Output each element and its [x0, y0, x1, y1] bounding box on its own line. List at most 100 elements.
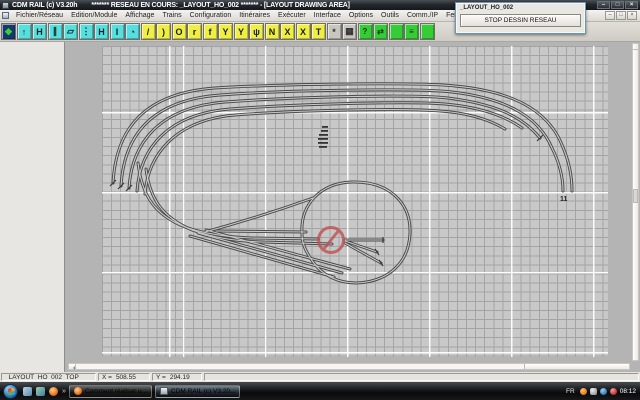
tray-volume-icon[interactable] [590, 388, 597, 395]
menu-interface[interactable]: Interface [310, 12, 345, 19]
tool-glyph: ▱ [67, 26, 74, 37]
tool-glyph: I [116, 27, 119, 37]
track-end-label: 11 [560, 196, 568, 203]
quick-launch-overflow-chevron[interactable]: » [62, 388, 66, 395]
mdi-restore-button[interactable]: □ [616, 11, 626, 20]
horizontal-scroll-thumb[interactable] [77, 364, 525, 369]
pointer-tool[interactable]: ◆ [1, 23, 16, 40]
menu-executer[interactable]: Exécuter [274, 12, 310, 19]
tool-glyph: N [269, 27, 276, 37]
quick-launch-network-icon[interactable] [36, 387, 45, 396]
status-layout-name: _LAYOUT_HO_002_TOP [1, 373, 96, 381]
tool-glyph: ) [162, 27, 165, 37]
straight-track-tool[interactable]: / [141, 23, 156, 40]
transfer-green-tool[interactable]: ⇄ [373, 23, 388, 40]
tool-glyph: / [147, 27, 150, 37]
language-indicator[interactable]: FR [566, 388, 575, 395]
tray-update-icon[interactable] [580, 388, 587, 395]
select-up-tool[interactable]: ↑ [17, 23, 32, 40]
quick-launch-firefox-icon[interactable] [49, 387, 58, 396]
beam-tool[interactable]: I [110, 23, 125, 40]
tray-alert-icon[interactable] [610, 388, 617, 395]
run-green-tool[interactable] [389, 23, 404, 40]
curve-small-tool[interactable]: ) [156, 23, 171, 40]
measure-tool[interactable]: H [32, 23, 47, 40]
menu-itineraires[interactable]: Itinéraires [235, 12, 274, 19]
scroll-up-arrow-icon[interactable] [633, 44, 638, 50]
tool-glyph: H [36, 27, 43, 37]
menu-configuration[interactable]: Configuration [186, 12, 236, 19]
layout-tool-window: _LAYOUT_HO_002 STOP DESSIN RESEAU [455, 2, 586, 34]
tool-glyph: r [193, 27, 197, 37]
vertical-scrollbar[interactable] [632, 43, 639, 361]
table-view-tool[interactable]: ▦ [342, 23, 357, 40]
tool-glyph: O [175, 27, 182, 37]
three-way-turnout-tool[interactable]: ψ [249, 23, 264, 40]
quick-launch-desktop-icon[interactable] [23, 387, 32, 396]
taskbar-clock[interactable]: 08:12 [620, 388, 636, 395]
menu-trains[interactable]: Trains [158, 12, 185, 19]
workspace: 11 [0, 42, 640, 372]
close-button[interactable]: × [625, 1, 638, 9]
mdi-close-button[interactable]: × [627, 11, 637, 20]
document-title: ******* RESEAU EN COURS: _LAYOUT_HO_002 … [91, 2, 349, 9]
minimize-button[interactable]: – [597, 1, 610, 9]
tool-glyph: H [98, 27, 105, 37]
layout-drawing-area[interactable]: 11 [66, 42, 640, 372]
task-cdmrail-button[interactable]: CDM RAIL (c) V3.20... [155, 385, 240, 398]
app-icon [2, 2, 9, 9]
horizontal-scrollbar[interactable] [68, 363, 630, 370]
menu-comm-ip[interactable]: Comm./IP [403, 12, 442, 19]
tray-network-icon[interactable] [600, 388, 607, 395]
start-button[interactable] [3, 384, 18, 399]
turnout-right-tool[interactable]: r [187, 23, 202, 40]
no-entry-icon [319, 228, 344, 253]
task-icon [74, 387, 82, 395]
task-firefox-button[interactable]: Comment réaliser u... [69, 385, 152, 398]
app-title: CDM RAIL (c) V3.20h [12, 2, 77, 9]
highlight-tool[interactable]: * [327, 23, 342, 40]
windows-taskbar: » Comment réaliser u... CDM RAIL (c) V3.… [0, 382, 640, 400]
task-icon [160, 387, 168, 395]
window-controls: –□× [597, 1, 638, 9]
mdi-minimize-button[interactable]: – [605, 11, 615, 20]
tool-glyph: ? [363, 27, 368, 36]
go-green-tool[interactable] [420, 23, 435, 40]
tool-glyph: ≡ [409, 27, 414, 36]
tool-glyph: Y [238, 27, 244, 37]
menu-outils[interactable]: Outils [377, 12, 403, 19]
tool-window-title[interactable]: _LAYOUT_HO_002 [456, 3, 585, 13]
y-label: Y = [156, 374, 166, 381]
menu-fichier-reseau[interactable]: Fichier/Réseau [12, 12, 67, 19]
crossing-x-tool[interactable]: X [280, 23, 295, 40]
dotted-line-tool[interactable]: ⋮ [79, 23, 94, 40]
menu-affichage[interactable]: Affichage [121, 12, 158, 19]
vertical-scroll-thumb[interactable] [633, 189, 638, 203]
refresh-green-tool[interactable]: ? [358, 23, 373, 40]
stop-dessin-reseau-button[interactable]: STOP DESSIN RESEAU [460, 14, 581, 27]
maximize-button[interactable]: □ [611, 1, 624, 9]
surface-tool[interactable]: ▱ [63, 23, 78, 40]
slip-crossing-tool[interactable]: N [265, 23, 280, 40]
turnout-y-right-tool[interactable]: Y [218, 23, 233, 40]
double-crossing-tool[interactable]: X [296, 23, 311, 40]
scroll-left-arrow-icon[interactable] [69, 364, 76, 369]
clock-tool[interactable]: ◔ [125, 23, 140, 40]
level-tool[interactable]: H [94, 23, 109, 40]
menu-edition-module[interactable]: Edition/Module [67, 12, 121, 19]
list-green-tool[interactable]: ≡ [404, 23, 419, 40]
tool-glyph: ▦ [345, 26, 354, 37]
parallel-track-tool[interactable]: ∥ [48, 23, 63, 40]
track-plan[interactable]: 11 [102, 46, 608, 357]
tool-glyph: X [284, 27, 290, 37]
turnout-y-left-tool[interactable]: Y [234, 23, 249, 40]
x-label: X = [102, 374, 112, 381]
t-junction-tool[interactable]: T [311, 23, 326, 40]
tool-glyph: X [300, 27, 306, 37]
curve-large-tool[interactable]: O [172, 23, 187, 40]
menu-options[interactable]: Options [345, 12, 377, 19]
status-bar: _LAYOUT_HO_002_TOP X = 508.55 Y = 294.19 [0, 372, 640, 382]
turnout-left-tool[interactable]: f [203, 23, 218, 40]
tool-glyph: ⋮ [82, 26, 91, 37]
document-icon[interactable] [2, 12, 9, 19]
